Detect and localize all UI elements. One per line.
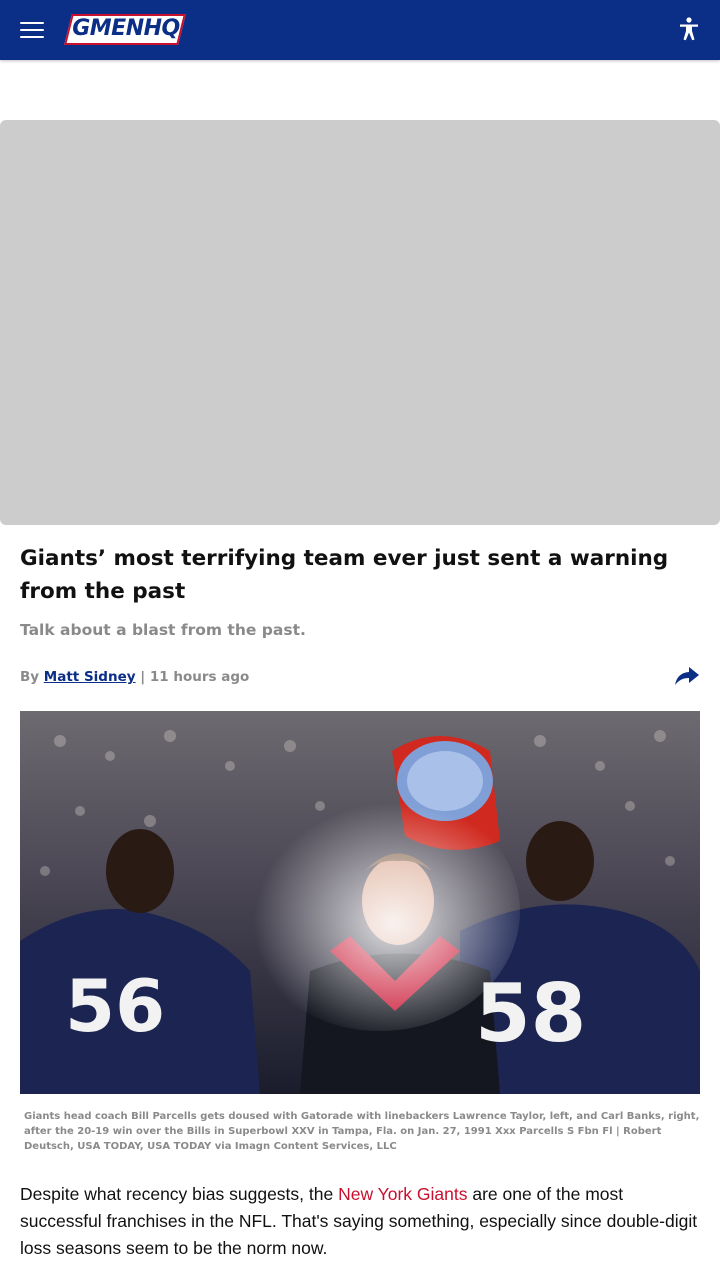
article-body-paragraph: Despite what recency bias suggests, the …: [20, 1181, 700, 1262]
article-byline: By Matt Sidney | 11 hours ago: [20, 667, 249, 687]
article-headline: Giants’ most terrifying team ever just s…: [20, 546, 669, 604]
author-link[interactable]: Matt Sidney: [44, 669, 136, 685]
logo-text: GMENHQ: [72, 16, 180, 41]
accessibility-person-icon[interactable]: [678, 17, 700, 41]
byline-separator: |: [140, 669, 146, 685]
gatorade-celebration-image: 56 58: [20, 711, 700, 1094]
article-photo: 56 58: [20, 711, 700, 1094]
new-york-giants-link[interactable]: New York Giants: [338, 1184, 467, 1204]
photo-caption: Giants head coach Bill Parcells gets dou…: [24, 1111, 700, 1152]
hero-image-placeholder: [0, 120, 720, 525]
byline-prefix: By: [20, 669, 40, 685]
body-text-before-link: Despite what recency bias suggests, the: [20, 1184, 339, 1204]
jersey-number-left: 56: [65, 964, 165, 1048]
share-arrow-icon[interactable]: [674, 664, 700, 688]
hamburger-menu-icon[interactable]: [20, 20, 44, 40]
site-header: GMENHQ: [0, 0, 720, 60]
publish-time: 11 hours ago: [149, 669, 250, 685]
jersey-number-right: 58: [475, 967, 586, 1060]
article-subhead: Talk about a blast from the past.: [20, 621, 306, 639]
site-logo[interactable]: GMENHQ: [64, 12, 188, 48]
